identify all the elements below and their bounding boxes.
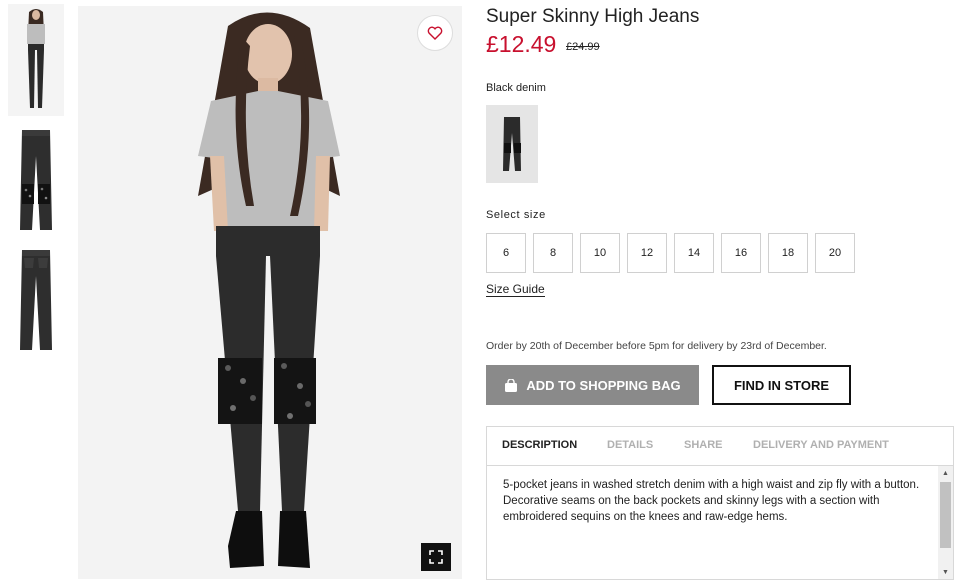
- thumbnail-model[interactable]: [8, 4, 64, 116]
- tab-delivery-and-payment[interactable]: DELIVERY AND PAYMENT: [753, 439, 889, 451]
- add-to-bag-label: ADD TO SHOPPING BAG: [526, 377, 681, 393]
- product-title: Super Skinny High Jeans: [486, 6, 700, 27]
- tab-details[interactable]: DETAILS: [607, 439, 653, 451]
- tab-share[interactable]: SHARE: [684, 439, 723, 451]
- size-option[interactable]: 18: [768, 233, 808, 273]
- scroll-thumb[interactable]: [940, 482, 951, 548]
- description-scrollbar[interactable]: ▲ ▼: [938, 466, 953, 579]
- size-option[interactable]: 10: [580, 233, 620, 273]
- description-text: 5-pocket jeans in washed stretch denim w…: [503, 479, 920, 523]
- color-swatch-black-denim[interactable]: [486, 105, 538, 183]
- product-price: £12.49: [486, 31, 557, 57]
- info-tabs: DESCRIPTION DETAILS SHARE DELIVERY AND P…: [487, 427, 953, 466]
- select-size-label: Select size: [486, 209, 546, 221]
- scroll-up-arrow[interactable]: ▲: [938, 466, 953, 480]
- size-option[interactable]: 6: [486, 233, 526, 273]
- size-option[interactable]: 14: [674, 233, 714, 273]
- color-label: Black denim: [486, 82, 546, 94]
- delivery-note: Order by 20th of December before 5pm for…: [486, 340, 827, 352]
- shopping-bag-icon: [504, 378, 518, 392]
- product-old-price: £24.99: [566, 41, 600, 53]
- size-option[interactable]: 8: [533, 233, 573, 273]
- zoom-button[interactable]: [421, 543, 451, 571]
- add-to-bag-button[interactable]: ADD TO SHOPPING BAG: [486, 365, 699, 405]
- main-product-image[interactable]: [78, 6, 462, 579]
- scroll-down-arrow[interactable]: ▼: [938, 565, 953, 579]
- thumbnail-strip: [0, 0, 70, 581]
- size-guide-link[interactable]: Size Guide: [486, 282, 545, 297]
- find-in-store-button[interactable]: FIND IN STORE: [712, 365, 851, 405]
- size-option[interactable]: 20: [815, 233, 855, 273]
- heart-icon: [427, 26, 443, 40]
- size-option[interactable]: 16: [721, 233, 761, 273]
- size-option[interactable]: 12: [627, 233, 667, 273]
- favorite-button[interactable]: [417, 15, 453, 51]
- product-info-panel: DESCRIPTION DETAILS SHARE DELIVERY AND P…: [486, 426, 954, 580]
- thumbnail-jeans-front[interactable]: [8, 126, 64, 236]
- thumbnail-jeans-back[interactable]: [8, 246, 64, 356]
- tab-description[interactable]: DESCRIPTION: [502, 439, 577, 451]
- expand-icon: [429, 550, 443, 564]
